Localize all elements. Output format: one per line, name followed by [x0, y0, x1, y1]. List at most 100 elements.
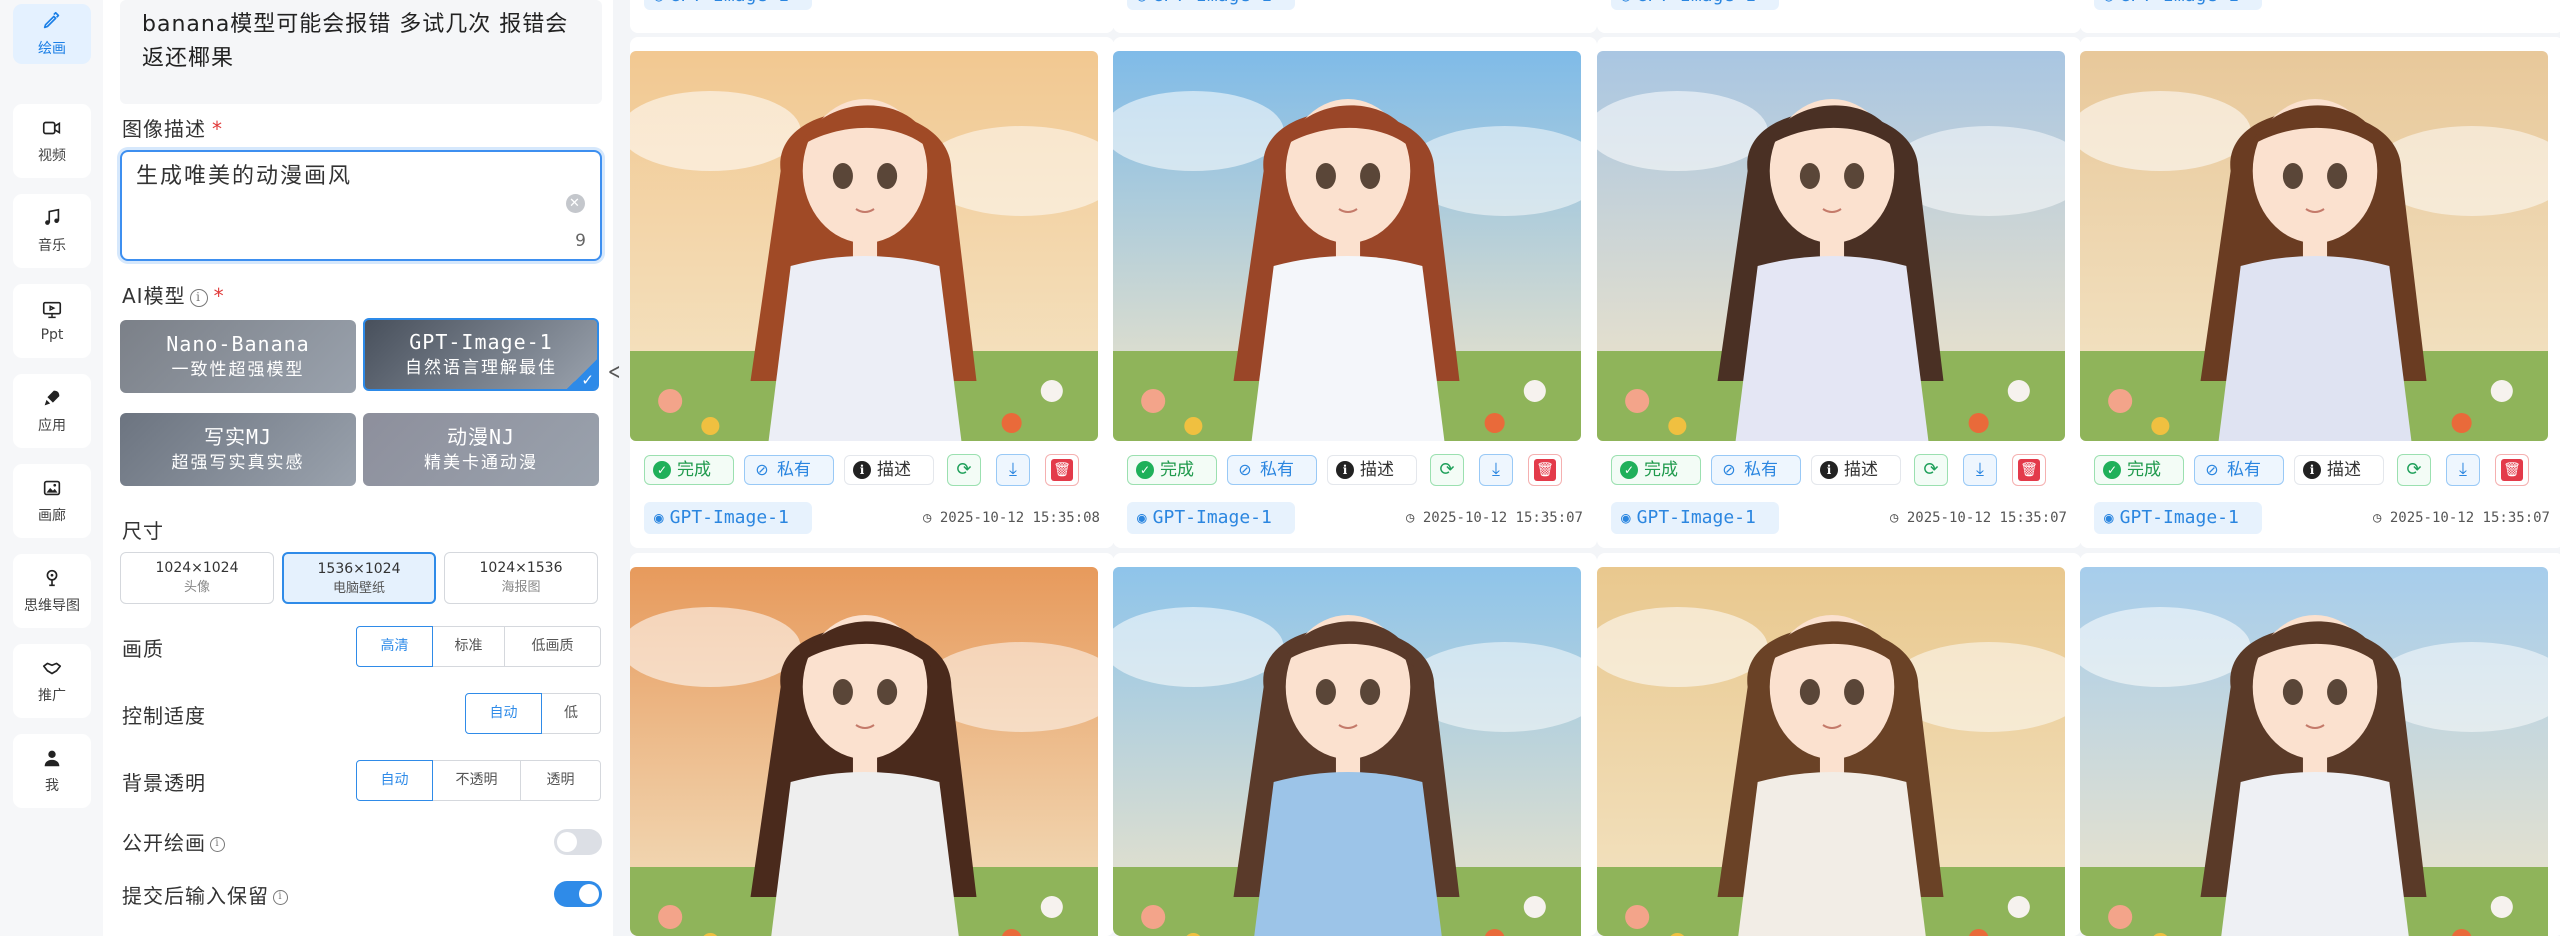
image-card: ◉GPT-Image-1 ◷ 2025-10-12 15:35:08 [1597, 0, 2081, 33]
nav-item-mindmap[interactable]: 思维导图 [13, 554, 91, 628]
delete-button[interactable]: 🗑 [1045, 454, 1079, 486]
size-option[interactable]: 1024×1536 海报图 [444, 552, 598, 604]
nav-item-user[interactable]: 我 [13, 734, 91, 808]
nav-item-music[interactable]: 音乐 [13, 194, 91, 268]
info-icon[interactable]: i [210, 837, 225, 852]
image-card: ✓ 完成 ⊘ 私有 i 描述 ⟳ ⤓ 🗑 ◉ GPT-Image-1 ◷ 2025-10-12 15:… [1113, 37, 1597, 548]
describe-button[interactable]: i 描述 [844, 455, 934, 485]
segment-option[interactable]: 标准 [432, 626, 505, 667]
selected-check-icon: ✓ [567, 359, 597, 389]
eye-icon: ◉ [1137, 0, 1147, 5]
size-usage: 电脑壁纸 [332, 581, 385, 596]
size-dimension: 1536×1024 [317, 561, 401, 577]
nav-label: 推广 [38, 688, 66, 704]
image-card: ✓ 完成 ⊘ 私有 i 描述 ⟳ ⤓ 🗑 ◉ GPT-Image-1 ◷ 2025-10-12 15:… [2080, 37, 2560, 548]
info-icon: i [1820, 461, 1838, 479]
segment-option[interactable]: 不透明 [432, 760, 521, 801]
model-option--nj[interactable]: 动漫NJ 精美卡通动漫 [363, 413, 599, 486]
regenerate-button[interactable]: ⟳ [1914, 454, 1948, 486]
delete-button[interactable]: 🗑 [2495, 454, 2529, 486]
nav-label: 画廊 [38, 508, 66, 524]
segment-option[interactable]: 自动 [465, 693, 542, 734]
timestamp: ◷ 2025-10-12 15:35:07 [2372, 510, 2550, 526]
privacy-toggle-button[interactable]: ⊘ 私有 [744, 455, 834, 485]
segment-option[interactable]: 透明 [520, 760, 601, 801]
brush-icon [43, 11, 60, 29]
regenerate-button[interactable]: ⟳ [947, 454, 981, 486]
nav-item-brush[interactable]: 绘画 [13, 4, 91, 64]
timestamp: ◷ 2025-10-12 15:35:08 [1890, 0, 2067, 3]
image-card: ✓ 完成 ⊘ 私有 i 描述 ⟳ ⤓ 🗑 ◉ GPT-Image-1 ◷ 2025-10-12 15:… [630, 37, 1114, 548]
model-subtitle: 精美卡通动漫 [424, 453, 538, 473]
nav-item-video[interactable]: 视频 [13, 104, 91, 178]
segment-option[interactable]: 低画质 [504, 626, 601, 667]
nav-item-rocket[interactable]: 应用 [13, 374, 91, 448]
describe-button[interactable]: i 描述 [2294, 455, 2384, 485]
main-nav: 绘画视频音乐 Ppt 应用画廊思维导图推广我 [0, 0, 103, 936]
image-desc-value[interactable]: 生成唯美的动漫画风 [136, 164, 352, 189]
image-card: ◉GPT-Image-1 ◷ 2025-10-12 15:35:10 [630, 0, 1114, 33]
model-title: 动漫NJ [446, 425, 516, 449]
nav-label: 音乐 [38, 238, 66, 254]
image-desc-textarea[interactable]: 生成唯美的动漫画风 ✕ 9 [120, 150, 602, 261]
nav-label: Ppt [40, 327, 64, 343]
background-segment: 自动 不透明 透明 [356, 760, 601, 801]
privacy-toggle-button[interactable]: ⊘ 私有 [1227, 455, 1317, 485]
status-done-badge: ✓ 完成 [644, 455, 734, 485]
trash-icon: 🗑 [2501, 459, 2523, 481]
size-option[interactable]: 1536×1024 电脑壁纸 [282, 552, 436, 604]
nav-label: 应用 [38, 418, 66, 434]
size-dimension: 1024×1536 [479, 560, 563, 576]
describe-button[interactable]: i 描述 [1327, 455, 1417, 485]
info-icon[interactable]: i [189, 288, 208, 307]
model-option-gpt-image-1[interactable]: GPT-Image-1 自然语言理解最佳 ✓ [363, 318, 599, 391]
check-circle-icon: ✓ [2103, 461, 2121, 479]
generated-image [1597, 567, 2065, 936]
download-icon: ⤓ [2459, 459, 2467, 480]
delete-button[interactable]: 🗑 [2012, 454, 2046, 486]
size-label: 尺寸 [122, 519, 164, 543]
eye-icon: ◉ [2104, 0, 2114, 5]
delete-button[interactable]: 🗑 [1528, 454, 1562, 486]
model-subtitle: 自然语言理解最佳 [405, 358, 557, 378]
regenerate-button[interactable]: ⟳ [1430, 454, 1464, 486]
download-button[interactable]: ⤓ [1479, 454, 1513, 486]
trash-icon: 🗑 [1534, 459, 1556, 481]
clear-icon[interactable]: ✕ [566, 194, 585, 213]
segment-option[interactable]: 高清 [356, 626, 433, 667]
nav-item-handshake[interactable]: 推广 [13, 644, 91, 718]
nav-item-image-gallery[interactable]: 画廊 [13, 464, 91, 538]
model-tag: ◉GPT-Image-1 [2094, 502, 2262, 534]
model-option-nano-banana[interactable]: Nano-Banana 一致性超强模型 [120, 320, 356, 393]
public-toggle[interactable] [554, 829, 602, 855]
timestamp: ◷ 2025-10-12 15:35:10 [923, 0, 1100, 3]
nav-label: 绘画 [38, 41, 66, 57]
segment-option[interactable]: 低 [541, 693, 601, 734]
segment-option[interactable]: 自动 [356, 760, 433, 801]
keep-input-toggle[interactable] [554, 881, 602, 907]
privacy-toggle-button[interactable]: ⊘ 私有 [2194, 455, 2284, 485]
model-tag: ◉GPT-Image-1 [1127, 0, 1295, 10]
download-button[interactable]: ⤓ [996, 454, 1030, 486]
model-option--mj[interactable]: 写实MJ 超强写实真实感 [120, 413, 356, 486]
refresh-icon: ⟳ [2406, 459, 2422, 480]
info-icon: i [1336, 461, 1354, 479]
info-icon[interactable]: i [273, 890, 288, 905]
describe-button[interactable]: i 描述 [1811, 455, 1901, 485]
size-option[interactable]: 1024×1024 头像 [120, 552, 274, 604]
nav-item-presentation[interactable]: Ppt [13, 284, 91, 358]
regenerate-button[interactable]: ⟳ [2397, 454, 2431, 486]
eye-off-icon: ⊘ [1238, 460, 1252, 479]
collapse-panel-icon[interactable]: < [608, 360, 621, 385]
refresh-icon: ⟳ [956, 459, 972, 480]
video-icon [42, 121, 61, 135]
eye-icon: ◉ [1137, 508, 1147, 527]
required-mark: * [212, 117, 223, 141]
image-card [630, 553, 1114, 936]
privacy-toggle-button[interactable]: ⊘ 私有 [1711, 455, 1801, 485]
eye-icon: ◉ [2104, 508, 2114, 527]
model-title: 写实MJ [203, 425, 273, 449]
model-tag: ◉GPT-Image-1 [1611, 502, 1779, 534]
download-button[interactable]: ⤓ [2446, 454, 2480, 486]
download-button[interactable]: ⤓ [1963, 454, 1997, 486]
